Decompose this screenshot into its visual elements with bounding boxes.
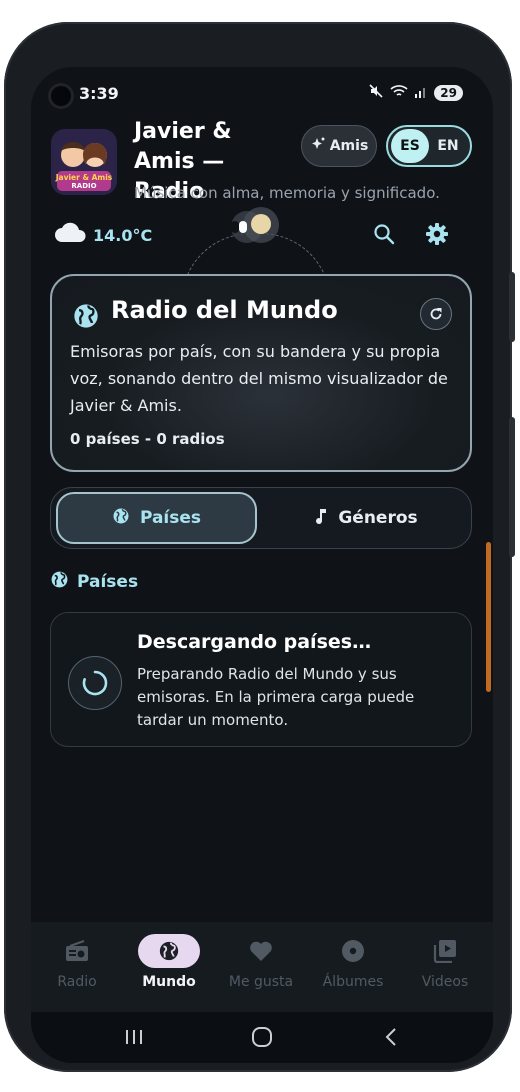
nav-label-radio: Radio [57,974,97,990]
tab-generos-label: Géneros [338,508,418,528]
language-en[interactable]: EN [429,129,467,163]
system-navigation-bar [31,1012,493,1063]
tab-paises[interactable]: Países [56,492,257,544]
hero-title: Radio del Mundo [111,296,338,324]
cloud-icon [53,222,89,248]
loading-spinner [68,656,122,710]
amis-button[interactable]: Amis [301,125,377,167]
search-icon [374,224,395,245]
video-library-icon [414,934,476,968]
signal-icon [414,84,428,102]
nav-item-radio[interactable]: Radio [31,922,123,1012]
nav-item-mundo[interactable]: Mundo [123,922,215,1012]
status-time: 3:39 [79,84,119,103]
battery-indicator: 29 [434,85,463,101]
wifi-icon [390,84,408,102]
disc-icon [322,934,384,968]
visualizer-toggle[interactable] [219,207,289,247]
back-icon [385,1028,396,1046]
mute-icon [368,83,384,103]
refresh-icon [430,308,442,320]
recents-button[interactable] [114,1022,154,1052]
nav-label-albumes: Álbumes [322,974,384,990]
screen: 3:39 29 Javier & Amis RADIO Javier & Ami… [31,67,493,1063]
globe-icon [112,507,130,530]
globe-icon [50,570,69,594]
volume-button [509,272,515,342]
hero-counts: 0 países - 0 radios [70,430,225,448]
category-tabs: Países Géneros [50,487,472,549]
nav-label-videos: Videos [421,974,469,990]
weather-widget: 14.0°C [53,222,152,248]
svg-text:RADIO: RADIO [71,182,96,190]
loading-description: Preparando Radio del Mundo y sus emisora… [137,665,415,729]
radio-icon [46,934,108,968]
search-button[interactable] [367,217,401,251]
amis-button-label: Amis [329,138,369,154]
status-bar: 3:39 29 [31,67,493,115]
refresh-button[interactable] [420,298,452,330]
settings-button[interactable] [420,217,454,251]
camera-cutout [51,86,71,106]
status-icons: 29 [368,83,463,103]
home-icon [252,1027,272,1047]
globe-icon [138,934,200,968]
heart-icon [230,934,292,968]
loading-card: Descargando países… Preparando Radio del… [50,612,472,747]
sparkle-icon [310,136,326,156]
phone-frame: 3:39 29 Javier & Amis RADIO Javier & Ami… [4,22,515,1072]
radio-del-mundo-card: Radio del Mundo Emisoras por país, con s… [50,274,472,472]
section-heading: Países [50,570,138,594]
music-note-icon [312,507,328,530]
nav-item-me-gusta[interactable]: Me gusta [215,922,307,1012]
tab-paises-label: Países [139,508,202,528]
nav-label-mundo: Mundo [142,974,196,990]
home-button[interactable] [242,1022,282,1052]
back-button[interactable] [371,1022,411,1052]
app-tagline: Música con alma, memoria y significado. [134,184,440,202]
spinner-icon [82,670,108,696]
recents-icon [126,1030,142,1044]
nav-item-videos[interactable]: Videos [399,922,491,1012]
tab-generos[interactable]: Géneros [263,492,467,544]
app-logo: Javier & Amis RADIO [51,129,117,195]
temperature-label: 14.0°C [93,225,153,245]
nav-label-me-gusta: Me gusta [228,974,294,990]
scroll-indicator[interactable] [486,542,491,692]
loading-title: Descargando países… [137,631,372,653]
power-button [509,417,515,557]
nav-item-albumes[interactable]: Álbumes [307,922,399,1012]
gear-icon [426,223,448,245]
svg-text:Javier & Amis: Javier & Amis [55,173,113,182]
globe-icon [72,302,100,334]
bottom-navigation: Radio Mundo Me gusta Álbumes Videos [31,922,493,1012]
hero-description: Emisoras por país, con su bandera y su p… [70,342,448,415]
language-toggle[interactable]: ES EN [386,125,472,167]
section-title: Países [77,572,139,592]
language-es[interactable]: ES [391,129,429,163]
